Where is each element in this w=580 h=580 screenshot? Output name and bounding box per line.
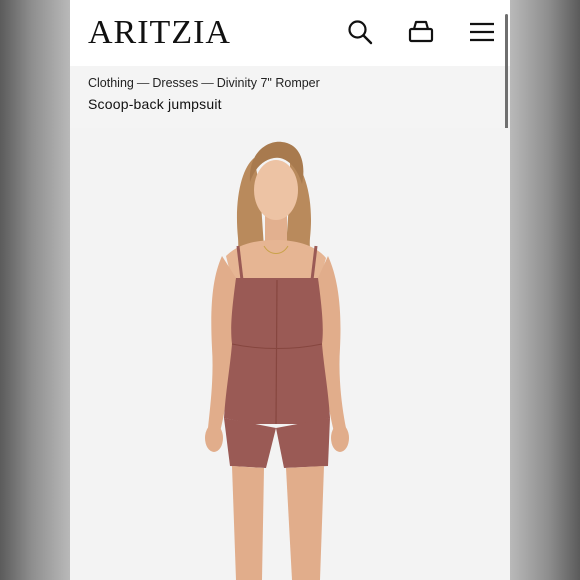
breadcrumb-item-dresses[interactable]: Dresses — [152, 76, 198, 90]
product-title: Scoop-back jumpsuit — [88, 96, 222, 112]
breadcrumb-separator: — — [136, 76, 150, 90]
breadcrumb-separator: — — [201, 76, 214, 90]
bag-icon[interactable] — [407, 18, 435, 46]
breadcrumb: Clothing — Dresses — Divinity 7" Romper — [88, 76, 320, 90]
search-icon[interactable] — [346, 18, 374, 46]
breadcrumb-item-clothing[interactable]: Clothing — [88, 76, 134, 90]
menu-icon[interactable] — [468, 18, 496, 46]
phone-screen: ARITZIA Clothing — Dresses — Divinity 7" Rom… — [70, 0, 510, 580]
brand-logo[interactable]: ARITZIA — [88, 13, 231, 53]
model-illustration — [205, 141, 349, 580]
product-photo — [70, 128, 510, 580]
breadcrumb-item-product[interactable]: Divinity 7" Romper — [217, 76, 320, 90]
top-navigation-bar: ARITZIA — [70, 0, 510, 66]
background-left — [0, 0, 70, 580]
background-right — [510, 0, 580, 580]
